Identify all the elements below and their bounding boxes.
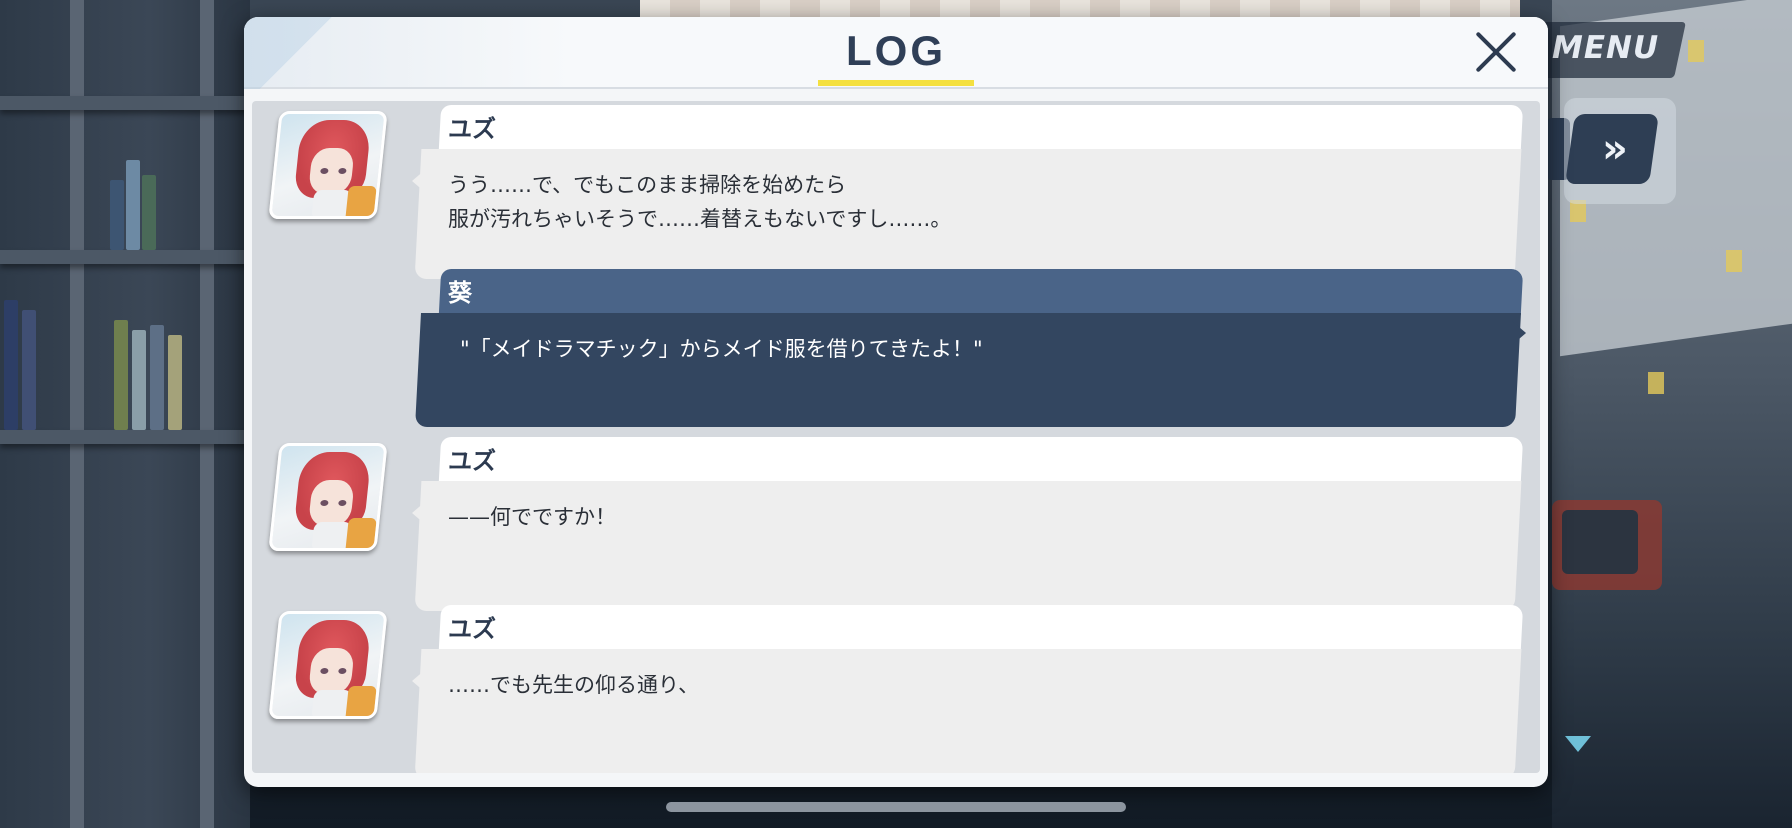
dialogue-line: ——何でですか！ [448,505,616,529]
speaker-bar [438,437,1524,481]
book [142,175,156,250]
speaker-name: ユズ [448,115,496,143]
character-avatar [268,611,388,719]
log-title: LOG [846,27,946,74]
log-header: LOG [244,17,1548,89]
dialogue-line: "「メイドラマチック」からメイド服を借りてきたよ！" [460,337,983,361]
dialogue-line: ……でも先生の仰る通り、 [448,673,700,697]
dialogue-line: うう……で、でもこのまま掃除を始めたら [448,173,847,197]
home-indicator[interactable] [666,802,1126,812]
book [150,325,164,430]
character-avatar [268,111,388,219]
log-entry: 葵 "「メイドラマチック」からメイド服を借りてきたよ！" [252,269,1540,447]
close-icon[interactable] [1472,27,1520,75]
television-screen [1562,510,1638,574]
log-entry: ユズ うう……で、でもこのまま掃除を始めたら 服が汚れちゃいそうで……着替えもな… [252,105,1540,283]
shelf-post [200,0,214,828]
sticky-note [1688,40,1704,62]
shelf-board [0,430,250,444]
next-triangle-icon [1565,736,1591,752]
avatar-coat [345,518,377,551]
book [114,320,128,430]
fast-forward-icon: » [1602,126,1622,172]
book [168,335,182,430]
log-entry: ユズ ……でも先生の仰る通り、 [252,605,1540,773]
book [126,160,140,250]
dialogue-bubble [414,649,1522,773]
book [22,310,36,430]
log-window: LOG ユズ うう……で、でもこのまま掃除を始めたら 服が汚れちゃいそうで……着… [244,17,1548,787]
speaker-name: 葵 [448,279,472,307]
book [4,300,18,430]
menu-button-label[interactable]: MENU [1552,30,1659,66]
shelf-board [0,250,250,264]
speaker-bar [438,269,1524,315]
skip-button[interactable]: » [1565,114,1659,184]
title-underline [818,80,974,86]
avatar-coat [345,186,377,219]
bubble-tail [412,669,426,693]
shelf-board [0,96,250,110]
log-entry: ユズ ——何でですか！ [252,437,1540,615]
log-list[interactable]: ユズ うう……で、でもこのまま掃除を始めたら 服が汚れちゃいそうで……着替えもな… [252,101,1540,773]
book [132,330,146,430]
character-avatar [268,443,388,551]
speaker-name: ユズ [448,615,496,643]
dialogue-bubble [415,313,1521,427]
sticky-note [1648,372,1664,394]
bubble-tail [1512,321,1526,345]
shelf-post [70,0,84,828]
speaker-name: ユズ [448,447,496,475]
speaker-bar [438,105,1524,149]
book [110,180,124,250]
dialogue-line: 服が汚れちゃいそうで……着替えもないですし……。 [448,207,952,231]
sticky-note [1726,250,1742,272]
bubble-tail [412,501,426,525]
bubble-tail [412,169,426,193]
speaker-bar [438,605,1524,649]
avatar-coat [345,686,377,719]
